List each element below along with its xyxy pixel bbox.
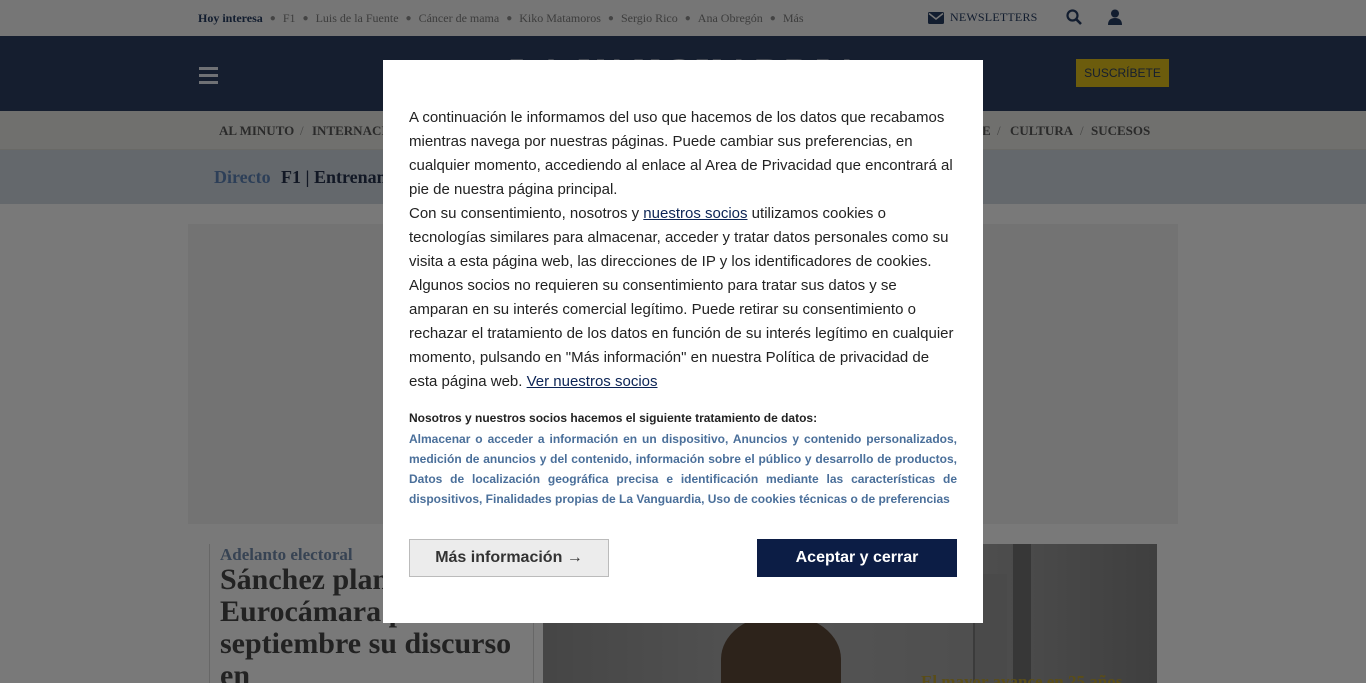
- more-info-button[interactable]: Más información →: [409, 539, 609, 577]
- processing-purposes-list: Almacenar o acceder a información en un …: [409, 432, 957, 506]
- consent-paragraph-1: A continuación le informamos del uso que…: [409, 109, 953, 198]
- consent-paragraph-2: Con su consentimiento, nosotros y nuestr…: [409, 205, 954, 390]
- partners-link[interactable]: nuestros socios: [643, 205, 747, 222]
- see-partners-link[interactable]: Ver nuestros socios: [527, 373, 658, 390]
- cookie-consent-dialog: A continuación le informamos del uso que…: [383, 60, 983, 623]
- processing-title: Nosotros y nuestros socios hacemos el si…: [409, 411, 818, 425]
- consent-text: A continuación le informamos del uso que…: [409, 106, 959, 394]
- accept-close-button[interactable]: Aceptar y cerrar: [757, 539, 957, 577]
